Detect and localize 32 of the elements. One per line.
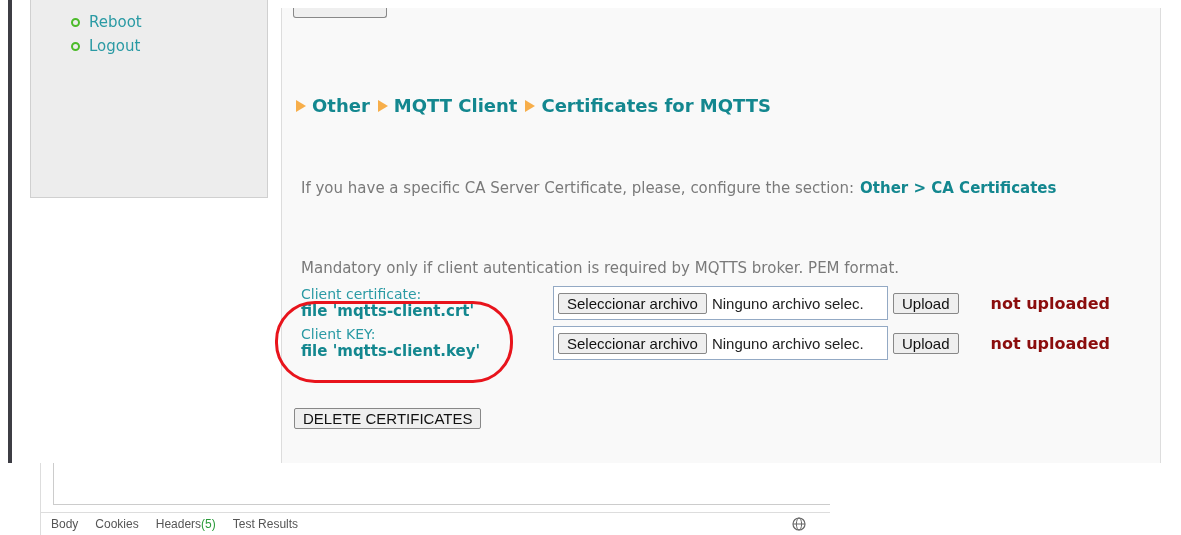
triangle-icon [525,99,536,112]
file-input[interactable]: Seleccionar archivo Ninguno archivo selec. [553,326,888,360]
breadcrumb-item: Certificates for MQTTS [541,95,771,116]
file-status: Ninguno archivo selec. [711,334,864,352]
choose-file-button[interactable]: Seleccionar archivo [558,292,707,314]
triangle-icon [377,99,388,112]
ring-bullet-icon [71,17,80,27]
ring-bullet-icon [71,41,80,51]
upload-button[interactable]: Upload [893,292,959,314]
triangle-icon [296,99,306,112]
upload-status: not uploaded [990,293,1111,313]
tab[interactable]: Body [51,517,79,531]
choose-file-button[interactable]: Seleccionar archivo [558,332,707,354]
delete-button[interactable]: DELETE CERTIFICATES [294,408,482,429]
field-label: Client certificate: [301,286,423,303]
upload-status: not uploaded [990,333,1111,353]
globe-icon[interactable] [792,517,806,531]
button-edge[interactable] [293,8,387,18]
file-name: file 'mqtts-client.key' [301,343,482,360]
breadcrumb-item: Other [312,95,370,116]
field-label: Client KEY: [301,326,377,343]
tab[interactable]: Cookies [95,517,139,531]
breadcrumb-item: MQTT Client [393,95,518,116]
file-name: file 'mqtts-client.crt' [301,303,476,320]
tab[interactable]: Headers(5) [155,517,216,531]
section-link[interactable]: Other > CA Certificates [860,179,1057,197]
info-text: If you have a specific CA Server Certificate, please, configure the section: [301,179,855,197]
tab[interactable]: Test Results [232,517,299,531]
upload-button[interactable]: Upload [893,332,959,354]
info-text: Mandatory only if client autentication is required by MQTTS broker. PEM format. [300,259,901,277]
file-status: Ninguno archivo selec. [711,294,864,312]
file-input[interactable]: Seleccionar archivo Ninguno archivo selec. [553,286,888,320]
